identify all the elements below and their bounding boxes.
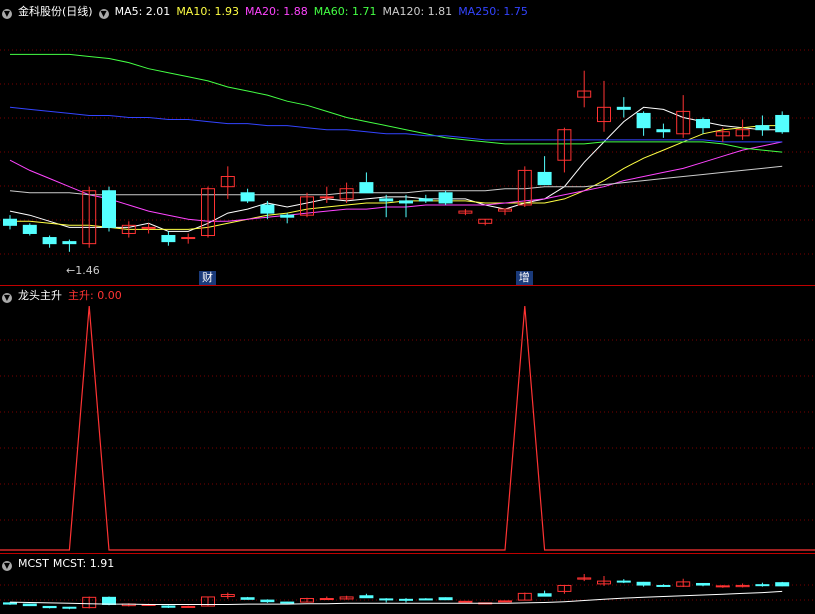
mcst-candle-body-35 <box>696 582 710 586</box>
indicator-switch-icon[interactable]: ▼ <box>2 293 12 303</box>
mcst-candle-body-38 <box>755 584 770 587</box>
panel-borders <box>0 285 815 554</box>
candle-body-1 <box>22 224 37 234</box>
mcst-candle-body-32 <box>636 581 651 586</box>
mcst-candle-body-14 <box>280 601 295 604</box>
mcst-header: ▼ MCST MCST: 1.91 <box>2 556 120 572</box>
ma-line-ma120 <box>9 165 783 196</box>
candle-body-19 <box>379 198 394 202</box>
candle-body-33 <box>656 129 671 133</box>
event-label-finance[interactable]: 财 <box>199 271 216 285</box>
ma-line-ma10 <box>10 125 783 230</box>
low-price-marker: ←1.46 <box>66 264 100 277</box>
mcst-candle-body-5 <box>102 596 116 605</box>
candle-body-8 <box>161 235 176 243</box>
candle-body-35 <box>696 119 710 129</box>
main-header: ▼ 金科股份(日线) ▼ MA5: 2.01 MA10: 1.93 MA20: 1.88 M… <box>2 4 540 20</box>
candle-body-38 <box>755 125 770 131</box>
mcst-value: MCST: 1.91 <box>52 557 115 570</box>
candle-body-21 <box>418 198 433 202</box>
ma-line-ma20 <box>9 141 783 222</box>
mcst-candle-body-16 <box>319 598 334 601</box>
stock-name[interactable]: 金科股份(日线) <box>18 5 93 18</box>
mcst-candle-body-23 <box>458 600 473 603</box>
mcst-candle-body-1 <box>22 603 37 607</box>
mcst-candle-body-9 <box>181 605 196 608</box>
candle-body-14 <box>280 214 295 218</box>
ma-label-5: MA250: 1.75 <box>458 5 528 18</box>
candle-body-7 <box>141 226 156 229</box>
mcst-candle-body-19 <box>379 598 394 601</box>
candle-body-13 <box>260 204 275 214</box>
candles <box>3 70 790 252</box>
mcst-candle-body-22 <box>438 597 453 601</box>
candle-body-16 <box>319 196 334 199</box>
mcst-candle-body-25 <box>498 600 512 603</box>
grid-lines <box>0 49 815 601</box>
ma-label-4: MA120: 1.81 <box>382 5 453 18</box>
mcst-candle-body-31 <box>616 580 631 583</box>
ma-lines <box>9 53 783 232</box>
ma-line-ma250 <box>9 106 783 143</box>
candle-body-39 <box>775 114 790 133</box>
candle-body-5 <box>102 190 116 228</box>
mcst-candle-body-20 <box>399 598 413 601</box>
mcst-candle-body-33 <box>656 584 671 587</box>
ma-label-0: MA5: 2.01 <box>114 5 171 18</box>
candle-body-3 <box>62 241 77 245</box>
candle-body-2 <box>42 237 57 245</box>
mcst-candle-body-12 <box>240 597 255 600</box>
candle-body-12 <box>240 192 255 202</box>
mcst-line <box>3 573 790 610</box>
mcst-candle-body-21 <box>418 598 433 601</box>
candle-body-27 <box>537 171 552 186</box>
signal-line <box>0 305 815 551</box>
ma-label-3: MA60: 1.71 <box>313 5 377 18</box>
mcst-candle-body-36 <box>715 585 730 588</box>
candle-body-22 <box>438 192 453 204</box>
ma-label-2: MA20: 1.88 <box>245 5 308 18</box>
mcst-candle-body-13 <box>260 599 275 603</box>
ma-settings-icon[interactable]: ▼ <box>98 9 109 19</box>
candle-body-32 <box>636 112 651 129</box>
mcst-candle-body-8 <box>161 605 176 608</box>
mcst-polyline <box>9 590 783 605</box>
mcst-candle-body-2 <box>42 605 57 609</box>
mcst-candle-body-27 <box>537 593 552 597</box>
mcst-candle-body-0 <box>3 602 17 605</box>
indicator-value: 主升: 0.00 <box>68 289 122 302</box>
mcst-name[interactable]: MCST <box>18 557 49 570</box>
candle-body-0 <box>3 218 17 226</box>
ma-line-ma60 <box>10 53 783 153</box>
ma-label-1: MA10: 1.93 <box>176 5 240 18</box>
chart-canvas <box>0 49 815 610</box>
mcst-candle-body-18 <box>359 595 374 599</box>
candle-body-31 <box>616 106 631 110</box>
mcst-candle-body-3 <box>62 606 77 609</box>
mcst-candle-body-39 <box>775 582 790 587</box>
candle-body-9 <box>181 237 196 240</box>
ma-indicator-labels: MA5: 2.01 MA10: 1.93 MA20: 1.88 MA60: 1.71 M… <box>115 5 534 18</box>
signal-polyline <box>0 305 815 551</box>
indicator-name[interactable]: 龙头主升 <box>18 289 62 302</box>
mcst-switch-icon[interactable]: ▼ <box>2 561 12 571</box>
candle-body-18 <box>359 182 374 194</box>
event-label-increase[interactable]: 增 <box>515 271 533 285</box>
candle-body-20 <box>399 200 413 204</box>
stock-switch-icon[interactable]: ▼ <box>2 9 12 19</box>
ma-line-ma5 <box>9 106 783 232</box>
indicator-header: ▼ 龙头主升 主升: 0.00 <box>2 288 128 304</box>
